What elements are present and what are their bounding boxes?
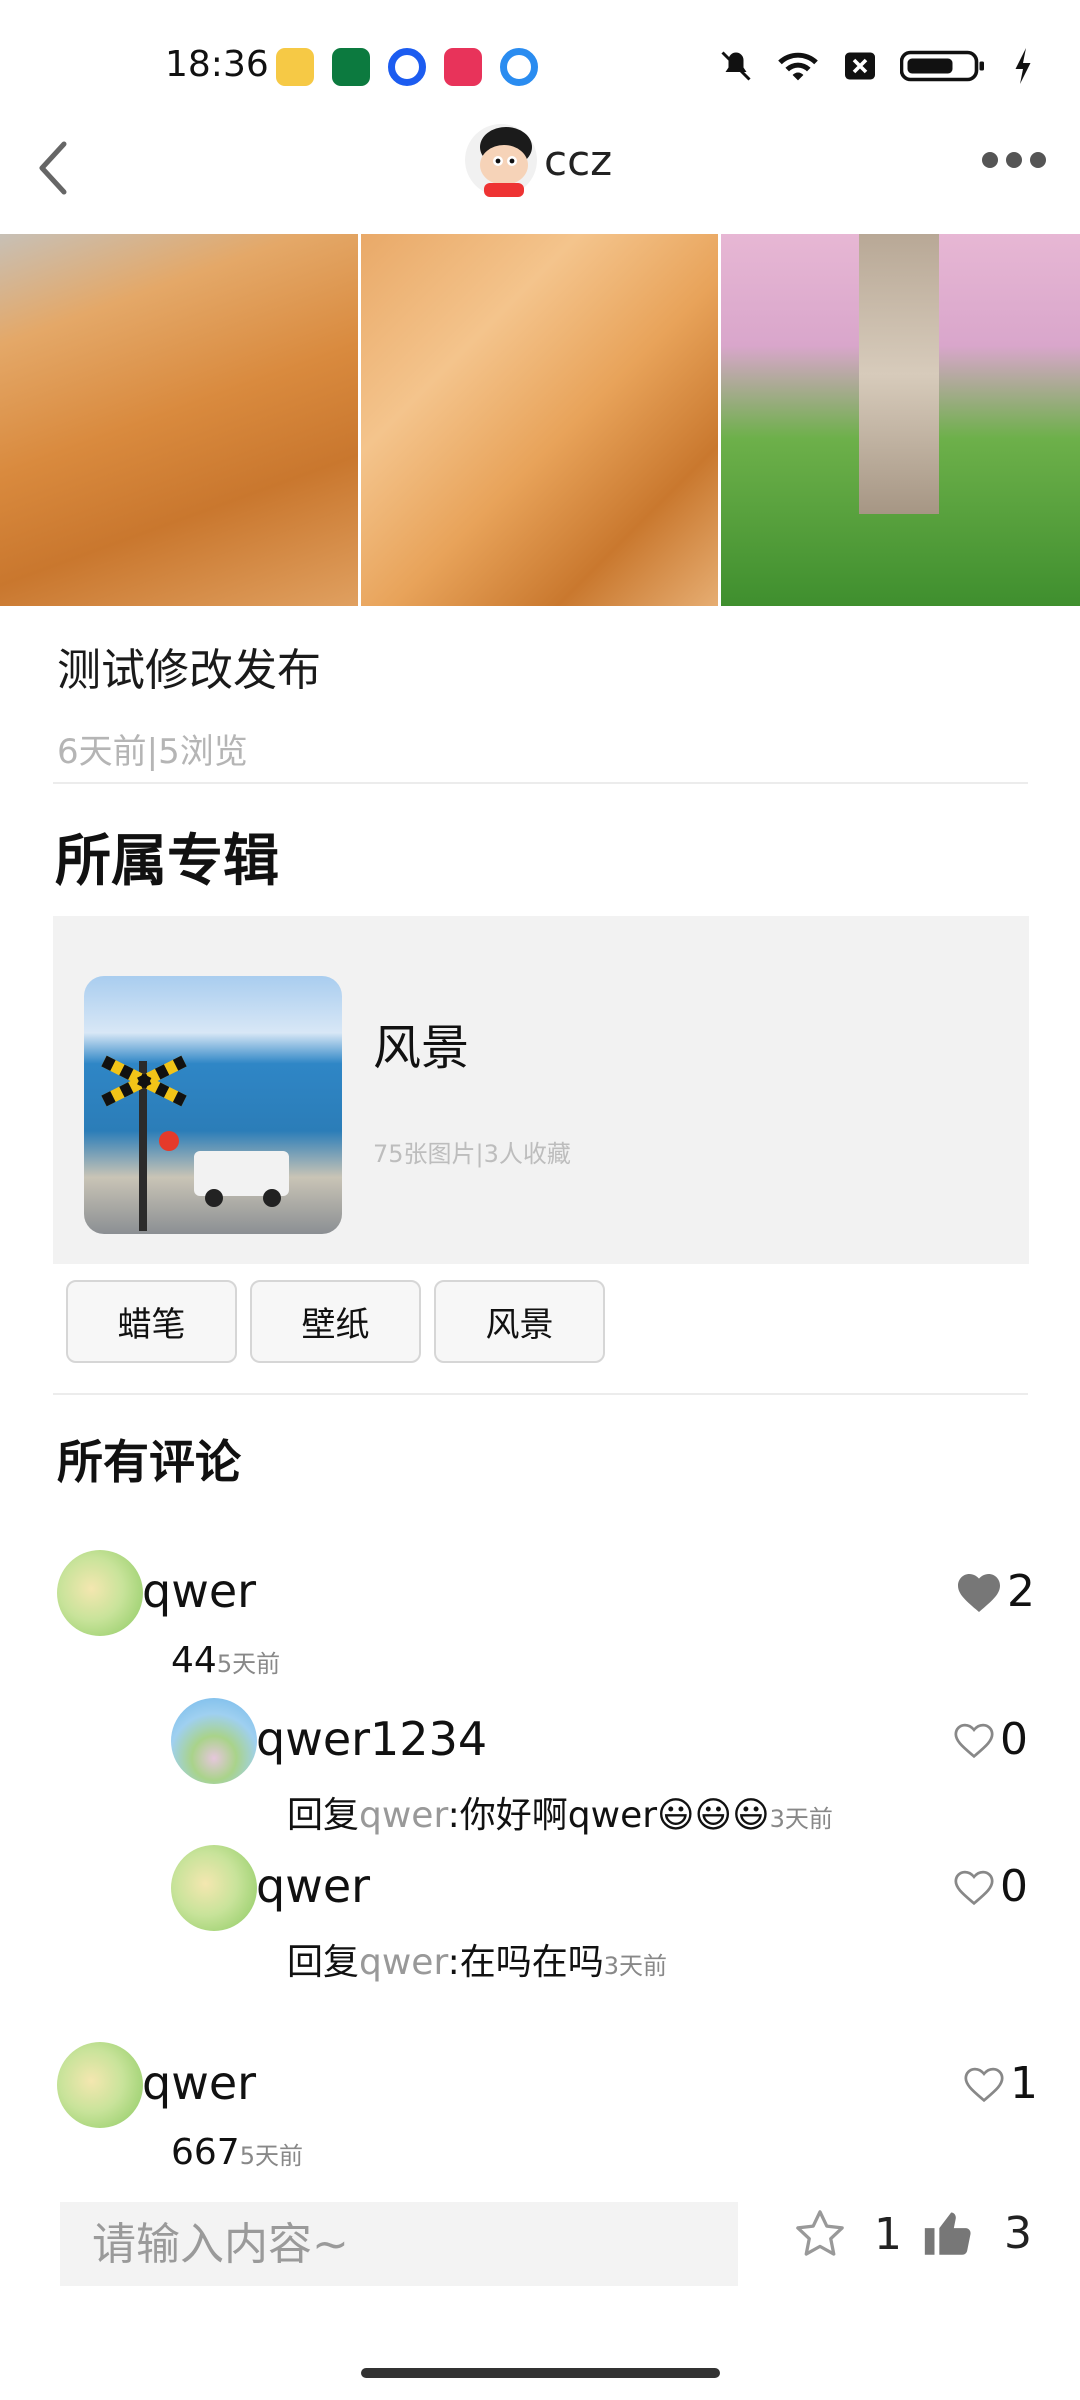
- comment-input-bar: 1 3: [0, 2192, 1080, 2304]
- star-icon: [796, 2210, 844, 2256]
- reply-avatar[interactable]: [171, 1845, 257, 1931]
- reply-like-count: 0: [1000, 1861, 1028, 1912]
- oppo-icon: [332, 48, 370, 86]
- comment-like-button[interactable]: 2: [955, 1566, 1035, 1617]
- gallery-image-clock-tower[interactable]: [721, 234, 1080, 606]
- app-circle-icon: [500, 48, 538, 86]
- post-image-gallery: [0, 234, 1080, 606]
- thumb-up-icon: [924, 2212, 971, 2255]
- comment-like-count: 1: [1010, 2058, 1038, 2109]
- reply-target-user[interactable]: qwer: [359, 1942, 448, 1983]
- album-section-title: 所属专辑: [55, 829, 279, 894]
- tag-wallpaper[interactable]: 壁纸: [250, 1280, 421, 1363]
- reply-text: :在吗在吗: [447, 1942, 604, 1983]
- comment-time: 5天前: [216, 1650, 281, 1678]
- divider: [53, 1393, 1028, 1395]
- heart-outline-icon: [954, 1870, 994, 1905]
- tower-shape: [859, 234, 939, 514]
- post-title: 测试修改发布: [57, 645, 321, 696]
- post-meta: 6天前|5浏览: [57, 732, 248, 772]
- comment-like-count: 2: [1007, 1566, 1035, 1617]
- reply-target-user[interactable]: qwer: [359, 1795, 448, 1836]
- album-name: 风景: [373, 1020, 470, 1076]
- comment-input[interactable]: [60, 2202, 738, 2286]
- tag-scenery[interactable]: 风景: [434, 1280, 605, 1363]
- comment-content: 445天前: [171, 1640, 280, 1681]
- comment-like-button[interactable]: 1: [962, 2058, 1038, 2109]
- reply-time: 3天前: [603, 1952, 668, 1980]
- wifi-icon: [778, 52, 818, 81]
- reply-user-name[interactable]: qwer: [256, 1859, 370, 1913]
- comment-text: 44: [171, 1640, 217, 1681]
- album-stats: 75张图片|3人收藏: [373, 1140, 571, 1168]
- reply-content: 回复qwer:在吗在吗3天前: [287, 1933, 667, 1985]
- chevron-left-icon: [39, 141, 67, 195]
- back-button[interactable]: [22, 128, 92, 208]
- reply-like-count: 0: [1000, 1714, 1028, 1765]
- comment-user-name[interactable]: qwer: [142, 2056, 256, 2110]
- battery-icon: [900, 50, 984, 82]
- gallery-image-desert-dune[interactable]: [0, 234, 358, 606]
- comments-section-title: 所有评论: [57, 1435, 241, 1489]
- favorite-button[interactable]: 1: [792, 2206, 902, 2262]
- thumb-count: 3: [1004, 2207, 1032, 2259]
- tag-list: 蜡笔 壁纸 风景: [66, 1280, 605, 1363]
- gallery-image-sand-curves[interactable]: [361, 234, 718, 606]
- comment-content: 6675天前: [171, 2132, 303, 2173]
- system-status-icons: [718, 48, 1034, 84]
- app-blue-icon: [388, 48, 426, 86]
- more-dot: [1030, 152, 1046, 168]
- heart-outline-icon: [954, 1723, 994, 1758]
- reply-avatar[interactable]: [171, 1698, 257, 1784]
- comment-avatar[interactable]: [57, 2042, 143, 2128]
- header: ccz: [0, 110, 1080, 234]
- comment-text: 667: [171, 2132, 240, 2173]
- reply-user-name[interactable]: qwer1234: [256, 1712, 487, 1766]
- comment-time: 5天前: [239, 2142, 303, 2170]
- comment-user-name[interactable]: qwer: [142, 1564, 256, 1618]
- reply-prefix: 回复: [287, 1795, 360, 1836]
- mute-icon: [721, 51, 751, 81]
- thumb-up-button[interactable]: 3: [920, 2204, 1032, 2262]
- favorite-count: 1: [874, 2208, 902, 2260]
- sim-off-icon: [845, 52, 875, 80]
- video-app-icon: [444, 48, 482, 86]
- railroad-crossing-sign: [101, 1055, 289, 1231]
- heart-filled-icon: [958, 1573, 1000, 1612]
- author-avatar[interactable]: [458, 115, 544, 201]
- divider: [53, 782, 1028, 784]
- status-time: 18:36: [165, 44, 269, 85]
- reply-prefix: 回复: [287, 1942, 360, 1983]
- comment-avatar[interactable]: [57, 1550, 143, 1636]
- more-dot: [982, 152, 998, 168]
- status-bar: 18:36: [0, 0, 1080, 110]
- album-card[interactable]: 风景 75张图片|3人收藏: [53, 916, 1029, 1264]
- reply-like-button[interactable]: 0: [952, 1861, 1028, 1912]
- notification-icons: [276, 48, 538, 86]
- tag-crayon[interactable]: 蜡笔: [66, 1280, 237, 1363]
- more-options-button[interactable]: [982, 140, 1052, 180]
- reply-content: 回复qwer:你好啊qwer😃😃😃3天前: [287, 1786, 833, 1838]
- cartoon-avatar-icon: [465, 124, 537, 197]
- author-name[interactable]: ccz: [544, 136, 612, 185]
- reply-text: :你好啊qwer😃😃😃: [447, 1795, 770, 1836]
- album-cover-image: [84, 976, 342, 1234]
- charging-icon: [1015, 48, 1031, 84]
- reply-like-button[interactable]: 0: [952, 1714, 1028, 1765]
- weibo-icon: [276, 48, 314, 86]
- home-indicator[interactable]: [361, 2368, 720, 2378]
- more-dot: [1006, 152, 1022, 168]
- heart-outline-icon: [964, 2067, 1004, 2102]
- reply-time: 3天前: [769, 1805, 833, 1833]
